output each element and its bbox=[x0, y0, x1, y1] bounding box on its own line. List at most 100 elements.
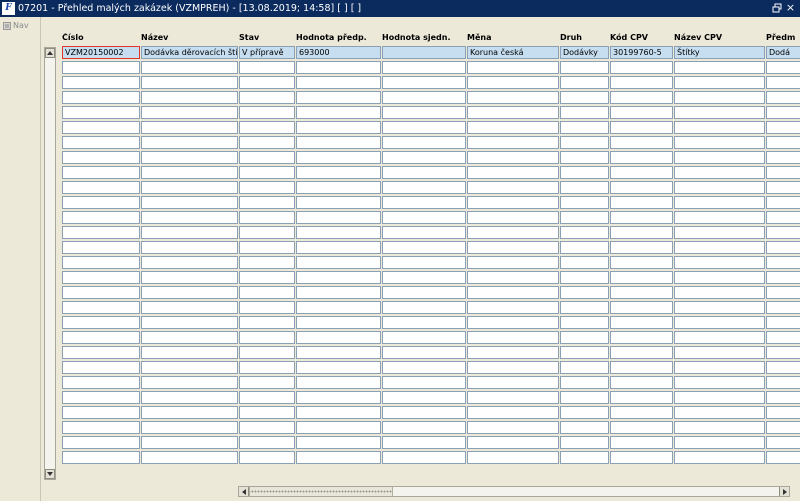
cell-hodnota-predp[interactable] bbox=[296, 241, 381, 254]
cell-stav[interactable] bbox=[239, 451, 295, 464]
cell-hodnota-predp[interactable] bbox=[296, 181, 381, 194]
cell-cislo[interactable] bbox=[62, 331, 140, 344]
cell-hodnota-sjedn[interactable] bbox=[382, 361, 466, 374]
cell-druh[interactable] bbox=[560, 166, 609, 179]
cell-mena[interactable]: Koruna česká bbox=[467, 46, 559, 59]
cell-mena[interactable] bbox=[467, 331, 559, 344]
cell-hodnota-sjedn[interactable] bbox=[382, 451, 466, 464]
column-header-hodnota-predp[interactable]: Hodnota předp. bbox=[296, 33, 380, 43]
cell-nazev[interactable] bbox=[141, 436, 238, 449]
cell-predmet[interactable] bbox=[766, 376, 800, 389]
cell-hodnota-sjedn[interactable] bbox=[382, 76, 466, 89]
cell-hodnota-sjedn[interactable] bbox=[382, 436, 466, 449]
cell-mena[interactable] bbox=[467, 421, 559, 434]
cell-mena[interactable] bbox=[467, 361, 559, 374]
cell-nazev[interactable] bbox=[141, 166, 238, 179]
cell-mena[interactable] bbox=[467, 181, 559, 194]
cell-stav[interactable] bbox=[239, 226, 295, 239]
cell-stav[interactable] bbox=[239, 181, 295, 194]
cell-kod-cpv[interactable] bbox=[610, 271, 673, 284]
cell-mena[interactable] bbox=[467, 436, 559, 449]
cell-hodnota-predp[interactable] bbox=[296, 331, 381, 344]
cell-stav[interactable] bbox=[239, 121, 295, 134]
cell-nazev-cpv[interactable] bbox=[674, 181, 765, 194]
cell-druh[interactable] bbox=[560, 421, 609, 434]
cell-kod-cpv[interactable] bbox=[610, 256, 673, 269]
cell-hodnota-sjedn[interactable] bbox=[382, 301, 466, 314]
cell-kod-cpv[interactable] bbox=[610, 151, 673, 164]
cell-hodnota-sjedn[interactable] bbox=[382, 331, 466, 344]
cell-hodnota-sjedn[interactable] bbox=[382, 406, 466, 419]
cell-cislo[interactable] bbox=[62, 346, 140, 359]
cell-nazev[interactable] bbox=[141, 241, 238, 254]
cell-druh[interactable] bbox=[560, 226, 609, 239]
cell-cislo[interactable] bbox=[62, 301, 140, 314]
cell-kod-cpv[interactable] bbox=[610, 451, 673, 464]
cell-predmet[interactable] bbox=[766, 286, 800, 299]
cell-mena[interactable] bbox=[467, 271, 559, 284]
cell-druh[interactable] bbox=[560, 211, 609, 224]
cell-stav[interactable] bbox=[239, 376, 295, 389]
cell-mena[interactable] bbox=[467, 376, 559, 389]
cell-cislo[interactable] bbox=[62, 406, 140, 419]
cell-mena[interactable] bbox=[467, 346, 559, 359]
cell-kod-cpv[interactable] bbox=[610, 436, 673, 449]
cell-nazev[interactable] bbox=[141, 136, 238, 149]
cell-predmet[interactable] bbox=[766, 256, 800, 269]
cell-mena[interactable] bbox=[467, 106, 559, 119]
cell-predmet[interactable] bbox=[766, 226, 800, 239]
cell-hodnota-predp[interactable] bbox=[296, 361, 381, 374]
cell-kod-cpv[interactable] bbox=[610, 181, 673, 194]
cell-hodnota-sjedn[interactable] bbox=[382, 241, 466, 254]
cell-hodnota-sjedn[interactable] bbox=[382, 61, 466, 74]
cell-stav[interactable] bbox=[239, 136, 295, 149]
cell-hodnota-predp[interactable]: 693000 bbox=[296, 46, 381, 59]
horizontal-scroll-thumb[interactable] bbox=[249, 487, 393, 496]
cell-druh[interactable] bbox=[560, 76, 609, 89]
cell-kod-cpv[interactable] bbox=[610, 316, 673, 329]
cell-druh[interactable]: Dodávky bbox=[560, 46, 609, 59]
cell-druh[interactable] bbox=[560, 181, 609, 194]
cell-stav[interactable] bbox=[239, 301, 295, 314]
cell-nazev[interactable] bbox=[141, 376, 238, 389]
cell-stav[interactable] bbox=[239, 391, 295, 404]
cell-druh[interactable] bbox=[560, 376, 609, 389]
cell-druh[interactable] bbox=[560, 406, 609, 419]
cell-nazev[interactable] bbox=[141, 361, 238, 374]
cell-predmet[interactable] bbox=[766, 106, 800, 119]
cell-hodnota-sjedn[interactable] bbox=[382, 271, 466, 284]
cell-kod-cpv[interactable] bbox=[610, 61, 673, 74]
cell-stav[interactable] bbox=[239, 241, 295, 254]
cell-stav[interactable] bbox=[239, 436, 295, 449]
cell-kod-cpv[interactable]: 30199760-5 bbox=[610, 46, 673, 59]
cell-kod-cpv[interactable] bbox=[610, 106, 673, 119]
cell-druh[interactable] bbox=[560, 361, 609, 374]
column-header-druh[interactable]: Druh bbox=[560, 33, 608, 43]
cell-nazev[interactable] bbox=[141, 106, 238, 119]
cell-nazev[interactable] bbox=[141, 346, 238, 359]
cell-nazev[interactable] bbox=[141, 301, 238, 314]
cell-hodnota-sjedn[interactable] bbox=[382, 256, 466, 269]
cell-nazev-cpv[interactable] bbox=[674, 121, 765, 134]
cell-kod-cpv[interactable] bbox=[610, 421, 673, 434]
cell-nazev-cpv[interactable] bbox=[674, 61, 765, 74]
cell-predmet[interactable] bbox=[766, 181, 800, 194]
cell-nazev[interactable] bbox=[141, 406, 238, 419]
cell-hodnota-predp[interactable] bbox=[296, 301, 381, 314]
cell-hodnota-predp[interactable] bbox=[296, 226, 381, 239]
cell-hodnota-predp[interactable] bbox=[296, 121, 381, 134]
cell-mena[interactable] bbox=[467, 301, 559, 314]
cell-predmet[interactable]: Dodá bbox=[766, 46, 800, 59]
cell-nazev-cpv[interactable] bbox=[674, 271, 765, 284]
cell-druh[interactable] bbox=[560, 391, 609, 404]
cell-predmet[interactable] bbox=[766, 271, 800, 284]
cell-predmet[interactable] bbox=[766, 91, 800, 104]
cell-kod-cpv[interactable] bbox=[610, 361, 673, 374]
cell-stav[interactable] bbox=[239, 271, 295, 284]
cell-hodnota-sjedn[interactable] bbox=[382, 136, 466, 149]
cell-hodnota-predp[interactable] bbox=[296, 436, 381, 449]
cell-stav[interactable] bbox=[239, 256, 295, 269]
cell-hodnota-sjedn[interactable] bbox=[382, 106, 466, 119]
cell-druh[interactable] bbox=[560, 121, 609, 134]
cell-cislo[interactable] bbox=[62, 211, 140, 224]
